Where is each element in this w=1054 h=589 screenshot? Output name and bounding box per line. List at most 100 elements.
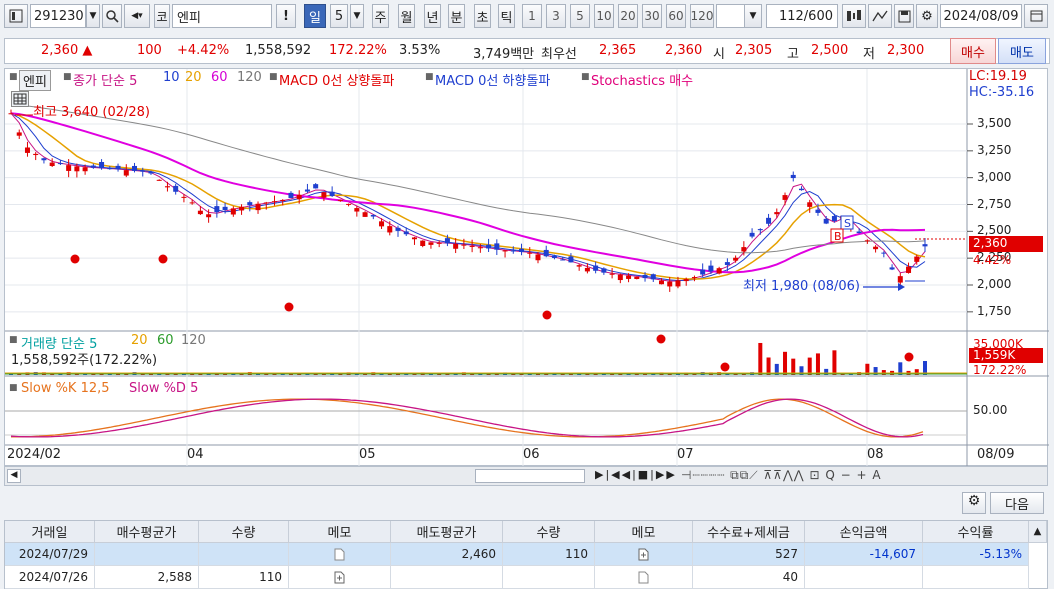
legend-ma120[interactable]: 120 [237,70,262,85]
cell-buy-avg [95,543,199,566]
volume-ma120[interactable]: 120 [181,333,206,348]
data-count-max: /600 [803,8,833,24]
candle-body [708,265,714,272]
window-icon[interactable] [1024,4,1048,28]
code-dropdown-icon[interactable]: ▼ [86,4,100,28]
stock-code-input[interactable]: 291230 [30,4,86,28]
volume-ma60[interactable]: 60 [157,333,174,348]
candle-body [33,153,39,156]
legend-ma60[interactable]: 60 [211,70,228,85]
chart-tools-icon[interactable]: ⊣┈┈┈┈ ⧉⧉⟋ ⊼⊼⋀⋀ ⊡ Q − + A [681,468,882,483]
grid-toggle-icon[interactable] [842,4,866,28]
price-chart-svg[interactable]: SB [5,69,1049,467]
col-header-date[interactable]: 거래일 [5,521,95,543]
interval-10[interactable]: 10 [594,4,614,28]
interval-120[interactable]: 120 [690,4,714,28]
legend-macd-down[interactable]: MACD 0선 하향돌파 [435,70,550,89]
col-header-return[interactable]: 수익률 [923,521,1029,543]
settings-gear-icon[interactable]: ⚙ [916,4,938,28]
candle-body [66,165,72,171]
stoch-d-legend[interactable]: Slow %D 5 [129,381,198,396]
col-header-fee[interactable]: 수수료+제세금 [693,521,805,543]
memo-blank-icon[interactable] [289,543,391,566]
day-count-dropdown-icon[interactable]: ▼ [350,4,364,28]
tab-day[interactable]: 일 [304,4,326,28]
next-button[interactable]: 다음 [990,492,1044,514]
chart-panel[interactable]: SB ■ 엔피 ■ 종가 단순 5 10 20 60 120 ■ MACD 0선… [4,68,1049,467]
candle-body [733,257,739,261]
col-header-buy-qty[interactable]: 수량 [199,521,289,543]
candle-body [881,252,887,254]
tab-year[interactable]: 년 [424,4,441,28]
date-field[interactable]: 2024/08/09 [940,4,1022,28]
grid-scroll-up-icon[interactable]: ▲ [1029,521,1047,543]
tab-week[interactable]: 주 [372,4,389,28]
playback-controls-icon[interactable]: ▶|◀◀|■|▶▶ [595,468,677,481]
col-header-pnl[interactable]: 손익금액 [805,521,923,543]
current-pct-tag: 4.42% [973,253,1012,267]
buy-button[interactable]: 매수 [950,38,996,64]
interval-30[interactable]: 30 [642,4,662,28]
interval-5[interactable]: 5 [570,4,590,28]
candle-body [798,188,804,191]
tab-tick[interactable]: 틱 [498,4,515,28]
market-label[interactable]: 코 [154,4,170,28]
history-dropdown-icon[interactable]: ◀▾ [124,4,150,28]
menu-icon[interactable] [4,4,28,28]
trendline-icon[interactable] [868,4,892,28]
search-icon[interactable] [102,4,122,28]
candle-body [815,209,821,213]
candle-body [271,201,277,203]
candle-body [864,240,870,242]
candle-body [568,256,574,263]
save-icon[interactable] [894,4,914,28]
legend-ma20[interactable]: 20 [185,70,202,85]
sell-signal-label: S [844,217,851,230]
table-settings-gear-icon[interactable]: ⚙ [962,492,986,514]
candle-body [304,189,310,192]
chart-scrollbar[interactable]: ◀ ▶|◀◀|■|▶▶ ⊣┈┈┈┈ ⧉⧉⟋ ⊼⊼⋀⋀ ⊡ Q − + A [4,466,1048,486]
interval-dropdown-icon[interactable]: ▼ [744,4,762,28]
tab-day-count[interactable]: 5 [330,4,348,28]
sell-button[interactable]: 매도 [998,38,1046,64]
scroll-thumb[interactable] [475,469,585,483]
stoch-k-legend[interactable]: Slow %K 12,5 [21,381,110,396]
tab-minute[interactable]: 분 [448,4,465,28]
alert-button[interactable]: ! [276,4,296,28]
interval-20[interactable]: 20 [618,4,638,28]
data-count-field[interactable]: 112/600 [766,4,838,28]
col-header-buy-avg[interactable]: 매수평균가 [95,521,199,543]
interval-60[interactable]: 60 [666,4,686,28]
interval-3[interactable]: 3 [546,4,566,28]
candle-body [700,269,706,275]
col-header-sell-avg[interactable]: 매도평균가 [391,521,503,543]
cell-sell-qty [503,566,595,589]
interval-1[interactable]: 1 [522,4,542,28]
legend-macd-up[interactable]: MACD 0선 상향돌파 [279,70,394,89]
legend-stoch-buy[interactable]: Stochastics 매수 [591,70,693,89]
tab-month[interactable]: 월 [398,4,415,28]
scroll-left-icon[interactable]: ◀ [7,469,21,483]
cell-date: 2024/07/26 [5,566,95,589]
memo-note-icon[interactable] [289,566,391,589]
volume-ma20[interactable]: 20 [131,333,148,348]
price-axis-label: 1,750 [977,303,1012,318]
col-header-buy-memo[interactable]: 메모 [289,521,391,543]
legend-ma10[interactable]: 10 [163,70,180,85]
memo-note-icon[interactable] [595,543,693,566]
price-change: 100 [137,43,162,58]
chart-table-icon[interactable] [11,91,29,107]
candle-body [617,274,623,281]
col-header-sell-memo[interactable]: 메모 [595,521,693,543]
legend-close-ma[interactable]: 종가 단순 5 [73,70,137,89]
cell-return [923,566,1029,589]
candle-body [123,170,129,176]
col-header-sell-qty[interactable]: 수량 [503,521,595,543]
candle-body [49,162,55,166]
tab-second[interactable]: 초 [474,4,491,28]
legend-bullet-icon: ■ [9,72,18,82]
memo-blank-icon[interactable] [595,566,693,589]
legend-tab-name[interactable]: 엔피 [19,70,51,91]
candle-body [263,202,269,204]
stock-name-field[interactable]: 엔피 [172,4,272,28]
